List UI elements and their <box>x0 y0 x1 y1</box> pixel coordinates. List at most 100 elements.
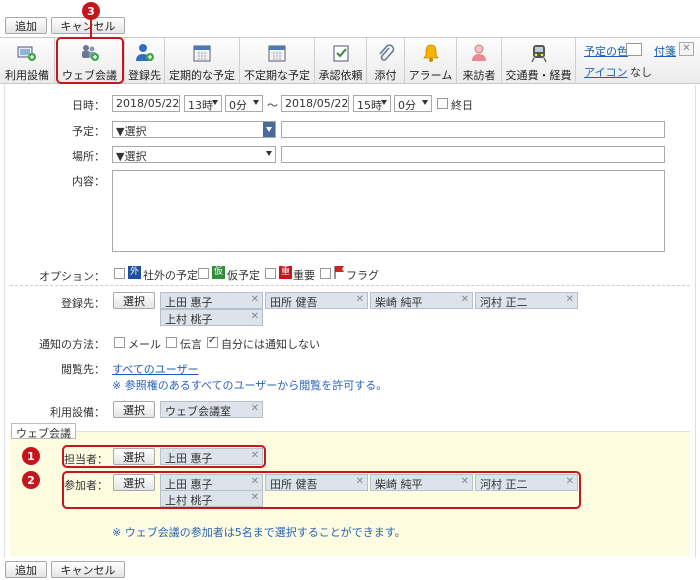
start-min-value: 0分 <box>229 99 247 112</box>
remove-icon[interactable]: ✕ <box>251 476 259 487</box>
participant-chip: 田所 健吾 ✕ <box>265 474 368 491</box>
schedule-color-swatch[interactable] <box>626 43 642 56</box>
viewer-label: 閲覧先： <box>61 363 105 376</box>
place-select-value: ▼選択 <box>116 150 147 163</box>
option-label: オプション： <box>39 270 105 283</box>
participant-chip: 上村 桃子 ✕ <box>160 490 263 507</box>
place-text-input[interactable] <box>281 146 665 163</box>
callout-badge-2: 2 <box>22 471 40 489</box>
schedule-color-link[interactable]: 予定の色 <box>584 43 628 59</box>
calendar-icon <box>193 45 211 62</box>
icon-value: なし <box>630 66 652 79</box>
icon-link[interactable]: アイコン <box>584 64 627 80</box>
chip-label: 上田 惠子 <box>165 296 213 309</box>
calendar-icon <box>268 45 286 62</box>
option-tentative-checkbox[interactable] <box>198 268 209 279</box>
participant-label: 参加者： <box>64 479 108 492</box>
add-button-bottom[interactable]: 追加 <box>5 561 47 578</box>
viewer-link[interactable]: すべてのユーザー <box>112 361 199 377</box>
chip-label: 田所 健吾 <box>270 478 318 491</box>
close-icon[interactable]: ✕ <box>679 42 694 56</box>
viewer-note: ※ 参照権のあるすべてのユーザーから閲覧を許可する。 <box>112 379 388 392</box>
remove-icon[interactable]: ✕ <box>251 294 259 305</box>
participant-select-button[interactable]: 選択 <box>113 474 155 491</box>
tool-label: 定期的な予定 <box>169 69 235 82</box>
tool-label: 不定期な予定 <box>244 69 310 82</box>
end-min-value: 0分 <box>398 99 416 112</box>
end-hour-value: 15時 <box>357 99 382 112</box>
remove-icon[interactable]: ✕ <box>461 294 469 305</box>
schedule-select[interactable]: ▼選択 <box>112 121 276 138</box>
start-hour-value: 13時 <box>188 99 213 112</box>
remove-icon[interactable]: ✕ <box>251 311 259 322</box>
tool-label: アラーム <box>408 69 453 82</box>
bell-icon <box>422 44 439 62</box>
notify-self-checkbox[interactable] <box>207 335 218 348</box>
place-select[interactable]: ▼選択 <box>112 146 276 163</box>
remove-icon[interactable]: ✕ <box>566 476 574 487</box>
end-hour-select[interactable]: 15時 <box>353 95 391 112</box>
chip-label: ウェブ会議室 <box>165 405 231 418</box>
tool-attach[interactable]: 添付 <box>367 38 405 84</box>
web-meeting-section-title: ウェブ会議 <box>11 423 76 440</box>
tool-approval[interactable]: 承認依頼 <box>315 38 367 84</box>
chip-label: 上田 惠子 <box>165 452 213 465</box>
chip-label: 柴崎 純平 <box>375 296 423 309</box>
option-important-checkbox[interactable] <box>265 268 276 279</box>
tool-alarm[interactable]: アラーム <box>405 38 457 84</box>
callout-badge-1: 1 <box>22 447 40 465</box>
allday-checkbox[interactable] <box>437 98 448 109</box>
option-important-label: 重要 <box>293 269 315 282</box>
end-min-select[interactable]: 0分 <box>394 95 432 112</box>
participant-chip: 柴崎 純平 ✕ <box>370 474 473 491</box>
schedule-select-value: ▼選択 <box>116 125 147 138</box>
train-icon <box>530 45 547 63</box>
facility-chip: ウェブ会議室 ✕ <box>160 401 263 418</box>
facility-select-button[interactable]: 選択 <box>113 401 155 418</box>
notify-self-label: 自分には通知しない <box>221 338 320 351</box>
tool-visitor[interactable]: 来訪者 <box>457 38 502 84</box>
option-external-checkbox[interactable] <box>114 268 125 279</box>
tool-expense[interactable]: 交通費・経費 <box>502 38 576 84</box>
option-flag-checkbox[interactable] <box>320 268 331 279</box>
remove-icon[interactable]: ✕ <box>566 294 574 305</box>
host-select-button[interactable]: 選択 <box>113 448 155 465</box>
notify-mail-label: メール <box>128 338 161 351</box>
tool-irregular[interactable]: 不定期な予定 <box>240 38 315 84</box>
remove-icon[interactable]: ✕ <box>461 476 469 487</box>
notify-mail-checkbox[interactable] <box>114 337 125 348</box>
start-hour-select[interactable]: 13時 <box>184 95 222 112</box>
start-date-input[interactable]: 2018/05/22 <box>112 95 180 112</box>
remove-icon[interactable]: ✕ <box>251 450 259 461</box>
chip-label: 上村 桃子 <box>165 494 213 507</box>
callout-badge-3: 3 <box>82 2 100 20</box>
notify-message-checkbox[interactable] <box>166 337 177 348</box>
remove-icon[interactable]: ✕ <box>356 476 364 487</box>
cancel-button-bottom[interactable]: キャンセル <box>51 561 125 578</box>
add-button[interactable]: 追加 <box>5 17 47 34</box>
sticky-link[interactable]: 付箋 <box>654 43 676 59</box>
end-date-input[interactable]: 2018/05/22 <box>281 95 349 112</box>
registered-user-chip: 田所 健吾 ✕ <box>265 292 368 309</box>
registered-select-button[interactable]: 選択 <box>113 292 155 309</box>
remove-icon[interactable]: ✕ <box>251 492 259 503</box>
registered-user-chip: 河村 正二 ✕ <box>475 292 578 309</box>
registered-user-chip: 柴崎 純平 ✕ <box>370 292 473 309</box>
chip-label: 河村 正二 <box>480 478 528 491</box>
notify-label: 通知の方法： <box>39 338 105 351</box>
registered-user-chip: 上田 惠子 ✕ <box>160 292 263 309</box>
notify-message-label: 伝言 <box>180 338 202 351</box>
start-min-select[interactable]: 0分 <box>225 95 263 112</box>
schedule-text-input[interactable] <box>281 121 665 138</box>
tool-recurring[interactable]: 定期的な予定 <box>165 38 240 84</box>
remove-icon[interactable]: ✕ <box>251 403 259 414</box>
content-textarea[interactable] <box>112 170 665 252</box>
register-user-icon <box>135 44 154 61</box>
important-badge-icon: 重 <box>279 266 292 279</box>
tool-facility[interactable]: 利用設備 <box>0 38 55 84</box>
chip-label: 河村 正二 <box>480 296 528 309</box>
tool-register[interactable]: 登録先 <box>125 38 165 84</box>
external-badge-icon: 外 <box>128 266 141 279</box>
option-external-label: 社外の予定 <box>143 269 198 282</box>
remove-icon[interactable]: ✕ <box>356 294 364 305</box>
